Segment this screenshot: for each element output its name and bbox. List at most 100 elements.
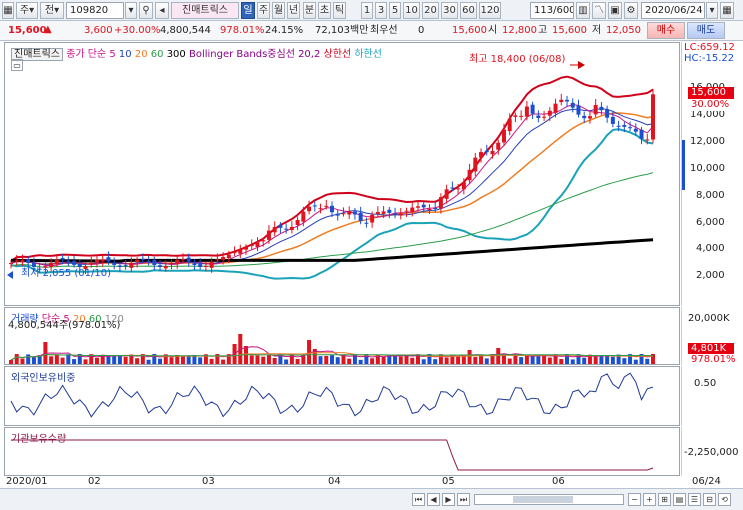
chart-type-icon[interactable]: ▥ [576,2,590,19]
volume-ratio: 978.01% [220,25,265,36]
menu-icon[interactable]: ▦ [2,2,14,19]
x-label: 03 [202,476,215,487]
volume-bar [387,355,392,364]
chart-toggle-icon[interactable]: ⊞ [658,493,671,506]
candle-body [266,230,271,240]
candle-body [507,118,512,132]
turnover-rate: 24.15% [265,25,304,36]
bb-lower-legend: 하한선 [354,49,382,60]
last-price-badge: 15,600 [688,87,734,99]
stock-code-input[interactable]: 109820 [66,2,124,19]
volume-bar [14,354,19,364]
period-minute-button[interactable]: 분 [303,2,316,19]
scroll-first-icon[interactable]: ⏮ [412,493,425,506]
institution-chart [11,439,654,471]
period-tick-button[interactable]: 틱 [333,2,346,19]
volume-bar [605,355,610,364]
zoom-in-icon[interactable]: + [643,493,656,506]
volume-bar [169,357,174,364]
price-chart-pane[interactable]: 진매트릭스 종가 단순 5 10 20 60 300 Bollinger Ban… [4,42,680,306]
date-field[interactable]: 2020/06/24 [641,2,705,19]
candle-body [553,103,558,113]
candle-body [117,265,122,267]
num-1-button[interactable]: 1 [361,2,373,19]
volume-bar [66,354,71,364]
settings-icon[interactable]: ⚙ [624,2,638,19]
scroll-last-icon[interactable]: ⏭ [457,493,470,506]
period-week-button[interactable]: 주 [257,2,270,19]
calendar-icon[interactable]: ▦ [720,2,734,19]
period-year-button[interactable]: 년 [287,2,300,19]
axis-label: 10,000 [690,163,725,174]
x-label: 06/24 [692,476,721,487]
volume-bar [31,357,36,364]
scrollbar-track[interactable] [474,494,624,505]
trend-icon[interactable]: 〽 [592,2,606,19]
side-label: 전 [44,5,55,16]
period-day-button[interactable]: 일 [241,2,255,19]
side-select[interactable]: 전▾ [40,2,64,19]
layout-icon[interactable]: ▤ [673,493,686,506]
volume-bar [438,354,443,364]
volume-bar [547,357,552,364]
num-3-button[interactable]: 3 [375,2,387,19]
price-change: 3,600 [84,25,113,36]
zoom-out-icon[interactable]: − [628,493,641,506]
foreign-ratio-chart [10,372,654,418]
volume-bar [158,358,163,364]
num-60-button[interactable]: 60 [460,2,477,19]
period-second-button[interactable]: 초 [318,2,331,19]
period-month-button[interactable]: 월 [272,2,285,19]
volume-bar [398,356,403,364]
table-icon[interactable]: ⊟ [703,493,716,506]
candle-body [370,214,375,223]
candle-body [628,127,633,129]
candle-body [261,240,266,242]
num-120-button[interactable]: 120 [479,2,501,19]
foreign-ratio-pane[interactable]: 외국인보유비중 [4,366,680,426]
stack-icon[interactable]: ☰ [688,493,701,506]
axis-label: 0.50 [694,378,717,389]
open-label: 시 [488,25,498,36]
volume-bar [473,356,478,364]
ma5-line [10,104,654,267]
count-field[interactable]: 113/600 [530,2,574,19]
collapse-icon[interactable]: ▭ [11,59,23,71]
candle-body [490,150,495,155]
institution-pane[interactable]: 기관보유수량 [4,427,680,476]
candle-body [226,254,231,258]
scrollbar-thumb[interactable] [513,496,573,503]
candle-body [570,102,575,108]
candle-body [513,115,518,117]
num-20-button[interactable]: 20 [422,2,439,19]
candle-body [347,211,352,215]
scroll-prev-icon[interactable]: ◀ [427,493,440,506]
code-dropdown-icon[interactable]: ▾ [125,2,137,19]
mode-select[interactable]: 주▾ [16,2,38,19]
save-icon[interactable]: ▣ [608,2,622,19]
reset-icon[interactable]: ⟲ [718,493,731,506]
volume-bar [318,356,323,364]
volume-pane[interactable]: 거래량 단순 5 20 60 120 4,800,544주(978.01%) [4,307,680,365]
price-axis: LC:659.12 HC:-15.22 16,000 14,000 12,000… [681,42,743,306]
buy-button[interactable]: 매수 [647,22,685,39]
candle-body [467,169,472,181]
prev-next-icon[interactable]: ◂ [155,2,169,19]
search-icon[interactable]: ⚲ [139,2,153,19]
date-dropdown-icon[interactable]: ▾ [706,2,718,19]
volume-bar [49,356,54,364]
scroll-next-icon[interactable]: ▶ [442,493,455,506]
num-30-button[interactable]: 30 [441,2,458,19]
volume-bar [519,357,524,364]
volume-bar [582,357,587,364]
foreign-axis: 0.50 [681,366,743,426]
num-10-button[interactable]: 10 [403,2,420,19]
sell-button[interactable]: 매도 [687,22,725,39]
candle-body [610,116,615,124]
num-5-button[interactable]: 5 [389,2,401,19]
stock-name-button[interactable]: 진매트릭스 [171,2,239,19]
axis-label: -2,250,000 [684,447,739,458]
min-arrow-icon [7,271,13,279]
ma20-line [10,112,654,265]
candle-body [645,139,650,141]
